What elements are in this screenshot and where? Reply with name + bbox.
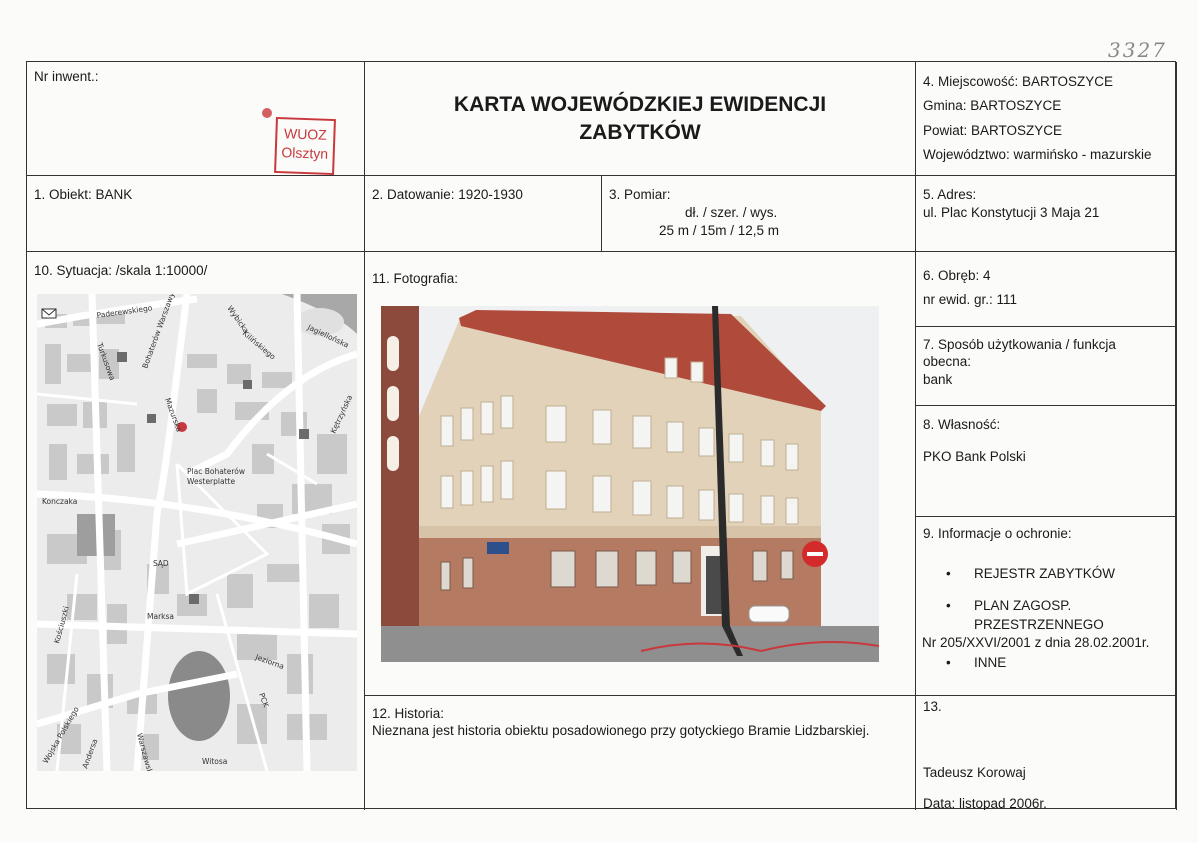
history-text: Nieznana jest historia obiektu posadowio…	[372, 722, 870, 738]
section13-date: Data: listopad 2006r.	[923, 796, 1047, 810]
map-label-plac-2: Westerplatte	[187, 477, 235, 486]
protection-cell: 9. Informacje o ochronie: REJESTR ZABYTK…	[916, 517, 1177, 696]
section13-cell: 13. Tadeusz Korowaj Data: listopad 2006r…	[916, 696, 1177, 810]
district-label: 6. Obręb: 4	[923, 268, 991, 283]
usage-cell: 7. Sposób użytkowania / funkcja obecna: …	[916, 327, 1177, 406]
photo-cell: 11. Fotografia:	[365, 252, 916, 696]
usage-value: bank	[923, 371, 953, 387]
map-label-witosa: Witosa	[202, 757, 227, 766]
mail-icon	[41, 308, 57, 319]
ownership-label: 8. Własność:	[923, 417, 1001, 432]
address-cell: 5. Adres: ul. Plac Konstytucji 3 Maja 21	[916, 176, 1177, 252]
history-label: 12. Historia:	[372, 706, 445, 721]
location-powiat: Powiat: BARTOSZYCE	[923, 122, 1063, 138]
usage-label-line2: obecna:	[923, 354, 972, 370]
protection-item-register: REJESTR ZABYTKÓW	[923, 565, 1169, 583]
inventory-label: Nr inwent.:	[34, 69, 99, 84]
situation-label: 10. Sytuacja: /skala 1:10000/	[34, 263, 208, 278]
heritage-card: Nr inwent.: WUOZ Olsztyn KARTA WOJEWÓDZK…	[26, 61, 1177, 810]
protection-item-other-text: INNE	[974, 655, 1007, 671]
measurement-label: 3. Pomiar:	[609, 187, 671, 202]
protection-item-plan-line1: PLAN ZAGOSP.	[974, 598, 1072, 614]
location-gmina: Gmina: BARTOSZYCE	[923, 98, 1062, 114]
protection-label: 9. Informacje o ochronie:	[923, 526, 1072, 541]
object-cell: 1. Obiekt: BANK	[27, 176, 365, 252]
map-label-marksa: Marksa	[147, 612, 174, 621]
protection-item-plan-line2: PRZESTRZENNEGO	[974, 616, 1104, 632]
sheet-number: 3327	[1108, 38, 1167, 62]
photo-label: 11. Fotografia:	[372, 271, 459, 286]
dating-label: 2. Datowanie: 1920-1930	[372, 187, 523, 202]
protection-list: REJESTR ZABYTKÓW PLAN ZAGOSP. PRZESTRZEN…	[923, 565, 1169, 634]
title-line1: KARTA WOJEWÓDZKIEJ EWIDENCJI	[453, 93, 827, 117]
ownership-value: PKO Bank Polski	[923, 449, 1026, 465]
map-label-sad: SĄD	[153, 559, 169, 568]
section13-label: 13.	[923, 699, 942, 714]
protection-item-other: INNE	[923, 654, 1169, 672]
wuoz-stamp: WUOZ Olsztyn	[274, 116, 336, 175]
usage-label-line1: 7. Sposób użytkowania / funkcja	[923, 337, 1116, 352]
card-title: KARTA WOJEWÓDZKIEJ EWIDENCJI ZABYTKÓW	[365, 62, 916, 176]
address-value: ul. Plac Konstytucji 3 Maja 21	[923, 205, 1100, 221]
address-label: 5. Adres:	[923, 187, 977, 202]
situation-cell: 10. Sytuacja: /skala 1:10000/ Plac Bohat…	[27, 252, 365, 810]
inventory-cell: Nr inwent.: WUOZ Olsztyn	[27, 62, 365, 176]
building-photo	[381, 306, 879, 662]
protection-item-register-text: REJESTR ZABYTKÓW	[974, 566, 1116, 582]
location-cell: 4. Miejscowość: BARTOSZYCE Gmina: BARTOS…	[916, 62, 1177, 176]
protection-item-plan: PLAN ZAGOSP. PRZESTRZENNEGO	[923, 597, 1169, 633]
measurement-dims-value: 25 m / 15m / 12,5 m	[659, 223, 780, 239]
location-wojewodztwo: Województwo: warmińsko - mazurskie	[923, 146, 1152, 162]
history-cell: 12. Historia: Nieznana jest historia obi…	[365, 696, 916, 810]
title-line2: ZABYTKÓW	[579, 120, 701, 144]
ownership-cell: 8. Własność: PKO Bank Polski	[916, 406, 1177, 517]
map-label-plac-1: Plac Bohaterów	[187, 467, 245, 476]
object-label: 1. Obiekt: BANK	[34, 187, 133, 202]
situation-map: Plac Bohaterów Westerplatte Paderewskieg…	[37, 294, 357, 771]
dating-cell: 2. Datowanie: 1920-1930	[365, 176, 602, 252]
district-cell: 6. Obręb: 4 nr ewid. gr.: 111	[916, 252, 1177, 327]
district-plot: nr ewid. gr.: 111	[923, 292, 1018, 308]
protection-list-other: INNE	[923, 654, 1169, 672]
stamp-line1: WUOZ	[283, 125, 328, 143]
map-label-konczaka: Konczaka	[42, 497, 77, 506]
section13-author: Tadeusz Korowaj	[923, 765, 1026, 781]
stamp-line2: Olsztyn	[281, 144, 329, 162]
location-miejscowosc: 4. Miejscowość: BARTOSZYCE	[923, 74, 1114, 89]
protection-plan-number: Nr 205/XXVI/2001 z dnia 28.02.2001r.	[922, 634, 1150, 650]
measurement-dims-label: dł. / szer. / wys.	[685, 205, 778, 221]
measurement-cell: 3. Pomiar: dł. / szer. / wys. 25 m / 15m…	[602, 176, 916, 252]
stamp-mark	[262, 108, 272, 118]
